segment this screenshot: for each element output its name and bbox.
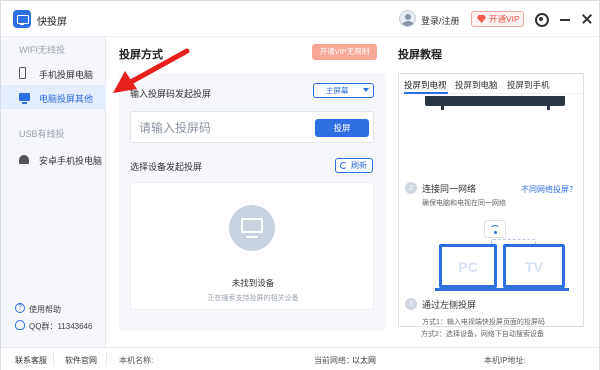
- sidebar-item-label: 安卓手机投电脑: [39, 156, 103, 166]
- login-register-link[interactable]: 登录/注册: [421, 14, 460, 27]
- step-description-2: 方式2：选择设备，网络下自动搜索设备: [421, 331, 544, 338]
- help-icon: ?: [15, 303, 25, 313]
- screen-mode-select[interactable]: 主屏幕: [313, 83, 374, 98]
- monitor-icon: [19, 93, 30, 104]
- machine-name-label: 本机名称:: [119, 356, 154, 365]
- chevron-down-icon: [363, 88, 369, 92]
- cast-code-field: 投屏: [130, 111, 374, 143]
- help-label: 使用帮助: [29, 305, 61, 314]
- phone-icon: [19, 67, 26, 79]
- refresh-button[interactable]: 刷新: [335, 158, 373, 173]
- tutorial-panel: 投屏到电视 投屏到电脑 投屏到手机 2 连接同一网络 确保电脑和电视在同一网络 …: [398, 73, 584, 327]
- cast-method-title: 投屏方式: [119, 49, 163, 61]
- tutorial-tabs: 投屏到电视 投屏到电脑 投屏到手机: [399, 74, 583, 94]
- status-bar: 联系客服 软件官网 本机名称: 当前网络： 以太网 本机IP地址:: [1, 347, 599, 370]
- active-tab-indicator: [404, 92, 448, 94]
- screen-mode-value: 主屏幕: [326, 86, 349, 95]
- close-icon[interactable]: [579, 11, 595, 27]
- qq-icon: [15, 320, 25, 330]
- app-window: 快投屏 登录/注册 开通VIP WIFI无线投 手机投屏电脑 电脑投屏其他 US…: [0, 0, 600, 370]
- different-network-link[interactable]: 不同网络投屏？: [521, 184, 577, 195]
- empty-state-title: 未找到设备: [231, 278, 275, 288]
- device-list: 未找到设备 正在搜索支持投屏的相关设备: [130, 182, 374, 310]
- step-description: 确保电脑和电视在同一网络: [422, 200, 506, 207]
- vip-unlimited-button[interactable]: 开通VIP无限制: [312, 44, 377, 60]
- sidebar-item-android-to-pc[interactable]: 安卓手机投电脑: [1, 147, 106, 171]
- main-content: 投屏方式 开通VIP无限制 输入投屏码发起投屏 主屏幕 投屏 选择设备发起投屏 …: [107, 37, 599, 347]
- sidebar-item-phone-to-pc[interactable]: 手机投屏电脑: [1, 61, 106, 85]
- pc-illustration: PC: [439, 244, 497, 288]
- empty-state-subtitle: 正在搜索支持投屏的相关设备: [207, 295, 299, 302]
- sidebar-section-usb: USB有线投: [19, 129, 65, 139]
- qq-label: QQ群：11343646: [29, 322, 93, 331]
- code-cast-label: 输入投屏码发起投屏: [130, 89, 212, 99]
- title-bar: 快投屏 登录/注册 开通VIP: [1, 1, 599, 37]
- refresh-icon: [340, 162, 347, 169]
- device-cast-label: 选择设备发起投屏: [130, 162, 203, 172]
- step-title: 通过左侧投屏: [422, 300, 477, 310]
- avatar-icon[interactable]: [399, 10, 416, 27]
- tv-screen-illustration: TV: [503, 244, 565, 288]
- refresh-label: 刷新: [351, 161, 367, 170]
- official-website-link[interactable]: 软件官网: [65, 355, 97, 366]
- app-logo-icon: [13, 10, 31, 28]
- sidebar-section-wifi: WIFI无线投: [19, 45, 65, 55]
- diamond-icon: [477, 15, 486, 23]
- step-title: 连接同一网络: [422, 184, 477, 194]
- sidebar: WIFI无线投 手机投屏电脑 电脑投屏其他 USB有线投 安卓手机投电脑 ? 使…: [1, 37, 106, 347]
- step-number: 3: [405, 298, 417, 310]
- tab-cast-to-tv[interactable]: 投屏到电视: [404, 79, 447, 91]
- android-icon: [19, 155, 29, 164]
- sidebar-item-pc-to-other[interactable]: 电脑投屏其他: [1, 85, 106, 109]
- contact-support-link[interactable]: 联系客服: [15, 355, 47, 366]
- open-vip-label: 开通VIP: [489, 14, 520, 24]
- settings-icon[interactable]: [533, 11, 549, 27]
- ip-address-label: 本机IP地址:: [484, 356, 526, 365]
- tv-illustration: [425, 96, 565, 106]
- no-device-icon: [229, 205, 275, 251]
- tab-cast-to-pc[interactable]: 投屏到电脑: [455, 79, 498, 91]
- tv-label: TV: [525, 259, 543, 275]
- wifi-icon: [484, 220, 506, 238]
- cast-code-input[interactable]: [139, 119, 299, 137]
- open-vip-button[interactable]: 开通VIP: [471, 11, 524, 27]
- network-label: 当前网络：: [314, 356, 354, 365]
- cast-button[interactable]: 投屏: [315, 119, 369, 137]
- pc-label: PC: [458, 259, 478, 275]
- step-number: 2: [405, 182, 417, 194]
- tab-cast-to-phone[interactable]: 投屏到手机: [507, 79, 550, 91]
- sidebar-item-label: 手机投屏电脑: [39, 70, 94, 80]
- tutorial-title: 投屏教程: [398, 49, 442, 61]
- network-value: 以太网: [352, 356, 376, 365]
- sidebar-item-label: 电脑投屏其他: [39, 94, 94, 104]
- minimize-icon[interactable]: [557, 11, 573, 27]
- step-description-1: 方式1：输入电视端快投屏页面的投屏码: [422, 319, 545, 326]
- app-title: 快投屏: [37, 17, 67, 28]
